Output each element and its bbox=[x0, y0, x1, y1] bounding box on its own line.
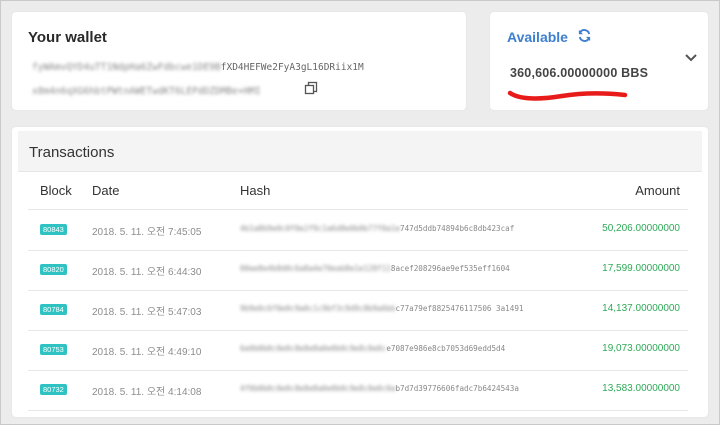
tx-amount: 14,137.00000000 bbox=[602, 303, 680, 314]
tx-hash[interactable]: 6e0b0b0c0e0c8e8e8a0e0b0c9e8c0e0ce7087e98… bbox=[240, 344, 505, 353]
wallet-address-line-2[interactable]: x8m4n6qXG6hbtPWtnAWETwdKT6LEPdDZDMBe+HMI bbox=[32, 86, 261, 97]
table-header: Block Date Hash Amount bbox=[12, 183, 708, 203]
chevron-down-icon[interactable] bbox=[684, 52, 698, 64]
tx-date: 2018. 5. 11. 오전 4:49:10 bbox=[92, 347, 202, 358]
tx-hash-masked: 6e0b0b0c0e0c8e8e8a0e0b0c9e8c0e0c bbox=[240, 344, 387, 353]
tx-date: 2018. 5. 11. 오전 6:44:30 bbox=[92, 267, 202, 278]
table-row[interactable]: 80843 2018. 5. 11. 오전 7:45:05 4b1a8b9e0c… bbox=[12, 210, 708, 250]
tx-hash-masked: 9b9e0c6f0e0c9a0c1c9bf3c9d9c8b9a6bb bbox=[240, 304, 396, 313]
tx-amount: 17,599.00000000 bbox=[602, 263, 680, 274]
table-row[interactable]: 80820 2018. 5. 11. 오전 6:44:30 00ae8e4b8d… bbox=[12, 250, 708, 290]
block-badge[interactable]: 80843 bbox=[40, 224, 67, 235]
tx-hash-visible: 747d5ddb74894b6c8db423caf bbox=[400, 224, 515, 233]
tx-hash[interactable]: 9b9e0c6f0e0c9a0c1c9bf3c9d9c8b9a6bbc77a79… bbox=[240, 304, 523, 313]
balance-amount: 360,606.00000000 BBS bbox=[510, 66, 649, 80]
column-hash: Hash bbox=[240, 183, 271, 198]
tx-hash-visible: b7d7d39776606fadc7b6424543a bbox=[395, 384, 519, 393]
balance-card: Available 360,606.00000000 BBS bbox=[490, 12, 708, 110]
wallet-address-masked-2: x8m4n6qXG6hbtPWtnAWETwdKT6LEPdDZDMBe+HMI bbox=[32, 86, 261, 97]
tx-amount: 13,583.00000000 bbox=[602, 383, 680, 394]
tx-hash[interactable]: 00ae8e4b8d0c6a8a4e70eab8e1e128f118acef20… bbox=[240, 264, 510, 273]
tx-date: 2018. 5. 11. 오전 7:45:05 bbox=[92, 227, 202, 238]
tx-hash-masked: 4b1a8b9e0c0f0e2f9c1a6d8e0b0b77f0a1e bbox=[240, 224, 401, 233]
wallet-title: Your wallet bbox=[28, 29, 107, 46]
tx-hash-visible: c77a79ef8825476117506 3a1491 bbox=[395, 304, 524, 313]
transactions-header: Transactions bbox=[18, 131, 702, 172]
tx-hash-masked: 4f0b0b0c0e0c8e8e8a0e0b0c9e8c0e0c0a bbox=[240, 384, 396, 393]
available-label: Available bbox=[507, 29, 568, 45]
refresh-icon[interactable] bbox=[577, 28, 592, 43]
tx-amount: 19,073.00000000 bbox=[602, 343, 680, 354]
table-row[interactable]: 80753 2018. 5. 11. 오전 4:49:10 6e0b0b0c0e… bbox=[12, 330, 708, 370]
block-badge[interactable]: 80732 bbox=[40, 384, 67, 395]
block-badge[interactable]: 80820 bbox=[40, 264, 67, 275]
wallet-address-line-1[interactable]: fyWAmvQYD4uTT1NdpHa6ZwFdbcwe1DE9BfXD4HEF… bbox=[32, 62, 364, 73]
wallet-card: Your wallet fyWAmvQYD4uTT1NdpHa6ZwFdbcwe… bbox=[12, 12, 466, 110]
block-badge[interactable]: 80784 bbox=[40, 304, 67, 315]
tx-hash-masked: 00ae8e4b8d0c6a8a4e70eab8e1e128f11 bbox=[240, 264, 391, 273]
table-row[interactable]: 80732 2018. 5. 11. 오전 4:14:08 4f0b0b0c0e… bbox=[12, 370, 708, 410]
wallet-address-masked: fyWAmvQYD4uTT1NdpHa6ZwFdbcwe1DE9B bbox=[32, 62, 221, 73]
table-row[interactable]: 80784 2018. 5. 11. 오전 5:47:03 9b9e0c6f0e… bbox=[12, 290, 708, 330]
copy-icon[interactable] bbox=[304, 81, 318, 95]
column-date: Date bbox=[92, 183, 120, 198]
wallet-address-visible: fXD4HEFWe2FyA3gL16DRiix1M bbox=[220, 62, 364, 73]
divider bbox=[28, 410, 688, 411]
red-underline-annotation bbox=[507, 90, 628, 101]
column-block: Block bbox=[40, 183, 72, 198]
tx-hash-visible: e7087e986e8cb7053d69edd5d4 bbox=[386, 344, 506, 353]
tx-hash[interactable]: 4f0b0b0c0e0c8e8e8a0e0b0c9e8c0e0c0ab7d7d3… bbox=[240, 384, 519, 393]
transactions-title: Transactions bbox=[29, 144, 115, 161]
transactions-card: Transactions Block Date Hash Amount 8084… bbox=[12, 127, 708, 417]
tx-date: 2018. 5. 11. 오전 4:14:08 bbox=[92, 387, 202, 398]
block-badge[interactable]: 80753 bbox=[40, 344, 67, 355]
tx-hash-visible: 8acef208296ae9ef535eff1604 bbox=[390, 264, 510, 273]
tx-amount: 50,206.00000000 bbox=[602, 223, 680, 234]
column-amount: Amount bbox=[635, 183, 680, 198]
tx-date: 2018. 5. 11. 오전 5:47:03 bbox=[92, 307, 202, 318]
tx-hash[interactable]: 4b1a8b9e0c0f0e2f9c1a6d8e0b0b77f0a1e747d5… bbox=[240, 224, 514, 233]
